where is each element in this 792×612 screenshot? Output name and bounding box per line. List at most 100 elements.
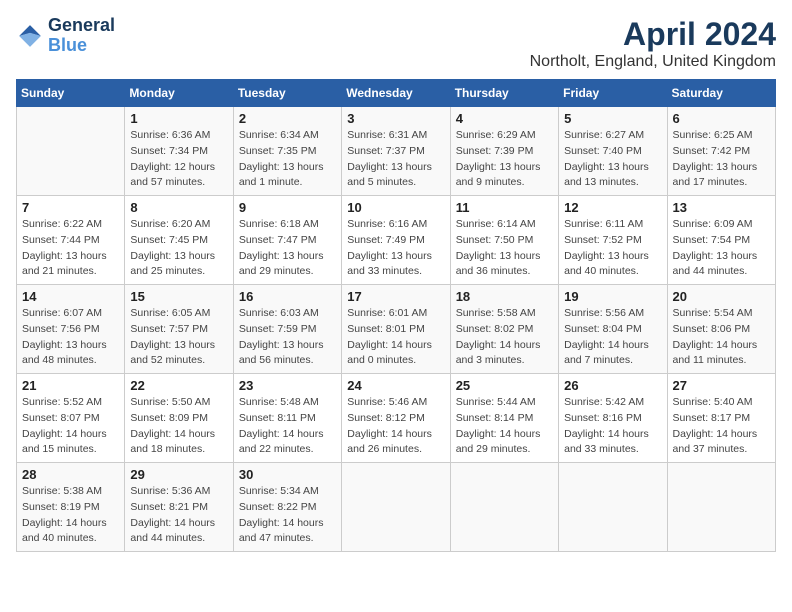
day-number: 28 (22, 467, 119, 482)
day-info: Sunrise: 5:52 AMSunset: 8:07 PMDaylight:… (22, 395, 119, 458)
day-number: 6 (673, 111, 770, 126)
day-info: Sunrise: 6:22 AMSunset: 7:44 PMDaylight:… (22, 217, 119, 280)
calendar-cell: 9 Sunrise: 6:18 AMSunset: 7:47 PMDaylight… (233, 196, 341, 285)
day-number: 11 (456, 200, 553, 215)
day-number: 7 (22, 200, 119, 215)
calendar-header-sunday: Sunday (17, 80, 125, 107)
day-number: 24 (347, 378, 444, 393)
day-number: 22 (130, 378, 227, 393)
calendar-cell (450, 463, 558, 552)
day-number: 29 (130, 467, 227, 482)
calendar-cell: 8 Sunrise: 6:20 AMSunset: 7:45 PMDaylight… (125, 196, 233, 285)
day-info: Sunrise: 5:40 AMSunset: 8:17 PMDaylight:… (673, 395, 770, 458)
calendar-cell: 29 Sunrise: 5:36 AMSunset: 8:21 PMDayligh… (125, 463, 233, 552)
calendar-cell: 20 Sunrise: 5:54 AMSunset: 8:06 PMDayligh… (667, 285, 775, 374)
title-block: April 2024 Northolt, England, United Kin… (530, 16, 776, 71)
calendar-cell: 3 Sunrise: 6:31 AMSunset: 7:37 PMDaylight… (342, 107, 450, 196)
day-info: Sunrise: 6:27 AMSunset: 7:40 PMDaylight:… (564, 128, 661, 191)
calendar-cell: 6 Sunrise: 6:25 AMSunset: 7:42 PMDaylight… (667, 107, 775, 196)
day-info: Sunrise: 5:36 AMSunset: 8:21 PMDaylight:… (130, 484, 227, 547)
logo-text: General Blue (48, 16, 115, 56)
calendar-header-thursday: Thursday (450, 80, 558, 107)
calendar-cell: 16 Sunrise: 6:03 AMSunset: 7:59 PMDayligh… (233, 285, 341, 374)
day-number: 4 (456, 111, 553, 126)
day-info: Sunrise: 6:01 AMSunset: 8:01 PMDaylight:… (347, 306, 444, 369)
day-info: Sunrise: 5:38 AMSunset: 8:19 PMDaylight:… (22, 484, 119, 547)
calendar-cell: 26 Sunrise: 5:42 AMSunset: 8:16 PMDayligh… (559, 374, 667, 463)
logo-icon (16, 22, 44, 50)
day-number: 14 (22, 289, 119, 304)
calendar-cell: 30Sunrise: 5:34 AMSunset: 8:22 PMDayligh… (233, 463, 341, 552)
day-info: Sunrise: 6:05 AMSunset: 7:57 PMDaylight:… (130, 306, 227, 369)
day-number: 16 (239, 289, 336, 304)
day-number: 23 (239, 378, 336, 393)
calendar-cell: 4 Sunrise: 6:29 AMSunset: 7:39 PMDaylight… (450, 107, 558, 196)
day-number: 13 (673, 200, 770, 215)
calendar-header-monday: Monday (125, 80, 233, 107)
calendar-cell: 21 Sunrise: 5:52 AMSunset: 8:07 PMDayligh… (17, 374, 125, 463)
day-info: Sunrise: 6:18 AMSunset: 7:47 PMDaylight:… (239, 217, 336, 280)
calendar-week-row: 21 Sunrise: 5:52 AMSunset: 8:07 PMDayligh… (17, 374, 776, 463)
month-title: April 2024 (530, 16, 776, 53)
day-number: 20 (673, 289, 770, 304)
day-number: 19 (564, 289, 661, 304)
calendar-cell (559, 463, 667, 552)
page-header: General Blue April 2024 Northolt, Englan… (16, 16, 776, 71)
day-number: 5 (564, 111, 661, 126)
calendar-header-saturday: Saturday (667, 80, 775, 107)
calendar-cell (667, 463, 775, 552)
calendar-cell: 23 Sunrise: 5:48 AMSunset: 8:11 PMDayligh… (233, 374, 341, 463)
calendar-week-row: 1Sunrise: 6:36 AMSunset: 7:34 PMDaylight… (17, 107, 776, 196)
calendar-cell: 24 Sunrise: 5:46 AMSunset: 8:12 PMDayligh… (342, 374, 450, 463)
calendar-header-friday: Friday (559, 80, 667, 107)
calendar-cell (342, 463, 450, 552)
day-number: 8 (130, 200, 227, 215)
day-info: Sunrise: 5:42 AMSunset: 8:16 PMDaylight:… (564, 395, 661, 458)
day-info: Sunrise: 5:48 AMSunset: 8:11 PMDaylight:… (239, 395, 336, 458)
calendar-cell: 25 Sunrise: 5:44 AMSunset: 8:14 PMDayligh… (450, 374, 558, 463)
calendar-week-row: 7 Sunrise: 6:22 AMSunset: 7:44 PMDaylight… (17, 196, 776, 285)
calendar-cell: 28 Sunrise: 5:38 AMSunset: 8:19 PMDayligh… (17, 463, 125, 552)
day-info: Sunrise: 5:34 AMSunset: 8:22 PMDaylight:… (239, 484, 336, 547)
calendar-cell: 18Sunrise: 5:58 AMSunset: 8:02 PMDayligh… (450, 285, 558, 374)
calendar-header-wednesday: Wednesday (342, 80, 450, 107)
calendar-table: SundayMondayTuesdayWednesdayThursdayFrid… (16, 79, 776, 552)
day-info: Sunrise: 6:29 AMSunset: 7:39 PMDaylight:… (456, 128, 553, 191)
day-number: 27 (673, 378, 770, 393)
day-number: 21 (22, 378, 119, 393)
calendar-header-tuesday: Tuesday (233, 80, 341, 107)
day-info: Sunrise: 5:50 AMSunset: 8:09 PMDaylight:… (130, 395, 227, 458)
day-info: Sunrise: 5:46 AMSunset: 8:12 PMDaylight:… (347, 395, 444, 458)
calendar-cell (17, 107, 125, 196)
day-info: Sunrise: 6:31 AMSunset: 7:37 PMDaylight:… (347, 128, 444, 191)
logo: General Blue (16, 16, 115, 56)
day-info: Sunrise: 6:20 AMSunset: 7:45 PMDaylight:… (130, 217, 227, 280)
calendar-header-row: SundayMondayTuesdayWednesdayThursdayFrid… (17, 80, 776, 107)
day-number: 3 (347, 111, 444, 126)
day-info: Sunrise: 6:36 AMSunset: 7:34 PMDaylight:… (130, 128, 227, 191)
day-info: Sunrise: 6:07 AMSunset: 7:56 PMDaylight:… (22, 306, 119, 369)
day-number: 12 (564, 200, 661, 215)
calendar-cell: 10 Sunrise: 6:16 AMSunset: 7:49 PMDayligh… (342, 196, 450, 285)
calendar-cell: 11Sunrise: 6:14 AMSunset: 7:50 PMDayligh… (450, 196, 558, 285)
day-number: 17 (347, 289, 444, 304)
day-info: Sunrise: 6:16 AMSunset: 7:49 PMDaylight:… (347, 217, 444, 280)
day-info: Sunrise: 5:54 AMSunset: 8:06 PMDaylight:… (673, 306, 770, 369)
day-number: 15 (130, 289, 227, 304)
day-number: 26 (564, 378, 661, 393)
day-info: Sunrise: 5:44 AMSunset: 8:14 PMDaylight:… (456, 395, 553, 458)
calendar-cell: 5 Sunrise: 6:27 AMSunset: 7:40 PMDaylight… (559, 107, 667, 196)
day-number: 25 (456, 378, 553, 393)
calendar-week-row: 28 Sunrise: 5:38 AMSunset: 8:19 PMDayligh… (17, 463, 776, 552)
calendar-cell: 2 Sunrise: 6:34 AMSunset: 7:35 PMDaylight… (233, 107, 341, 196)
day-number: 9 (239, 200, 336, 215)
day-info: Sunrise: 5:58 AMSunset: 8:02 PMDaylight:… (456, 306, 553, 369)
calendar-cell: 17 Sunrise: 6:01 AMSunset: 8:01 PMDayligh… (342, 285, 450, 374)
calendar-cell: 1Sunrise: 6:36 AMSunset: 7:34 PMDaylight… (125, 107, 233, 196)
location-subtitle: Northolt, England, United Kingdom (530, 53, 776, 71)
day-number: 2 (239, 111, 336, 126)
day-info: Sunrise: 6:34 AMSunset: 7:35 PMDaylight:… (239, 128, 336, 191)
day-number: 10 (347, 200, 444, 215)
day-info: Sunrise: 6:25 AMSunset: 7:42 PMDaylight:… (673, 128, 770, 191)
day-info: Sunrise: 6:03 AMSunset: 7:59 PMDaylight:… (239, 306, 336, 369)
